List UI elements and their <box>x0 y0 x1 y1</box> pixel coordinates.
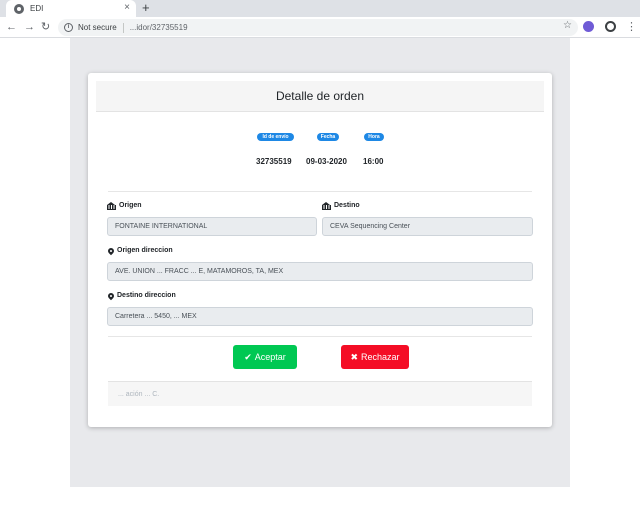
card-title: Detalle de orden <box>96 81 544 112</box>
reject-button-label: Rechazar <box>361 352 400 362</box>
browser-tab[interactable]: EDI × <box>6 0 136 17</box>
check-icon: ✔ <box>244 351 252 362</box>
browser-menu-icon[interactable]: ⋮ <box>626 20 637 34</box>
card-footer-note: ... ación ... C. <box>108 381 532 406</box>
tab-close-icon[interactable]: × <box>124 2 130 14</box>
map-marker-icon <box>106 246 116 255</box>
destino-label: Destino <box>322 202 360 210</box>
building-icon <box>322 202 331 210</box>
destino-label-text: Destino <box>334 202 360 209</box>
reject-button[interactable]: ✖ Rechazar <box>341 345 409 369</box>
order-detail-card: Detalle de orden Id de envío Fecha Hora … <box>88 73 552 427</box>
badge-time: Hora <box>364 133 384 141</box>
security-status: Not secure <box>78 23 117 32</box>
browser-toolbar: ← → ↻ i Not secure ...idor/32735519 ☆ ⋮ <box>0 17 640 38</box>
origen-field[interactable]: FONTAINE INTERNATIONAL <box>107 217 317 236</box>
accept-button[interactable]: ✔ Aceptar <box>233 345 297 369</box>
origen-label-text: Origen <box>119 202 142 209</box>
extension-icon[interactable] <box>583 21 594 32</box>
shipment-id-value: 32735519 <box>256 157 292 166</box>
badge-shipment-id: Id de envío <box>257 133 294 141</box>
address-bar[interactable]: i Not secure ...idor/32735519 ☆ <box>58 19 578 36</box>
date-value: 09-03-2020 <box>306 157 347 166</box>
new-tab-button[interactable]: + <box>142 1 150 15</box>
origen-direccion-label: Origen direccion <box>106 246 173 255</box>
bookmark-star-icon[interactable]: ☆ <box>563 20 572 31</box>
omnibox-separator <box>122 22 124 33</box>
profile-icon[interactable] <box>605 21 616 32</box>
badge-date: Fecha <box>317 133 339 141</box>
time-value: 16:00 <box>363 157 384 166</box>
tab-strip: EDI × + <box>0 0 640 17</box>
origen-label: Origen <box>107 202 142 210</box>
origen-direccion-field[interactable]: AVE. UNION ... FRACC ... E, MATAMOROS, T… <box>107 262 533 281</box>
destino-direccion-field[interactable]: Carretera ... 5450, ... MEX <box>107 307 533 326</box>
origen-direccion-label-text: Origen direccion <box>117 247 173 254</box>
forward-button[interactable]: → <box>24 20 35 34</box>
map-marker-icon <box>106 291 116 300</box>
divider <box>108 191 532 192</box>
building-icon <box>107 202 116 210</box>
tab-title: EDI <box>30 4 44 13</box>
destino-direccion-label-text: Destino direccion <box>117 292 176 299</box>
url-text[interactable]: ...idor/32735519 <box>130 23 188 32</box>
info-icon[interactable]: i <box>64 23 73 32</box>
back-button[interactable]: ← <box>6 20 17 34</box>
close-icon: ✖ <box>350 351 358 362</box>
divider <box>108 336 532 337</box>
globe-icon <box>14 3 24 14</box>
destino-field[interactable]: CEVA Sequencing Center <box>322 217 533 236</box>
accept-button-label: Aceptar <box>254 352 286 362</box>
destino-direccion-label: Destino direccion <box>106 291 176 300</box>
reload-button[interactable]: ↻ <box>41 20 50 34</box>
